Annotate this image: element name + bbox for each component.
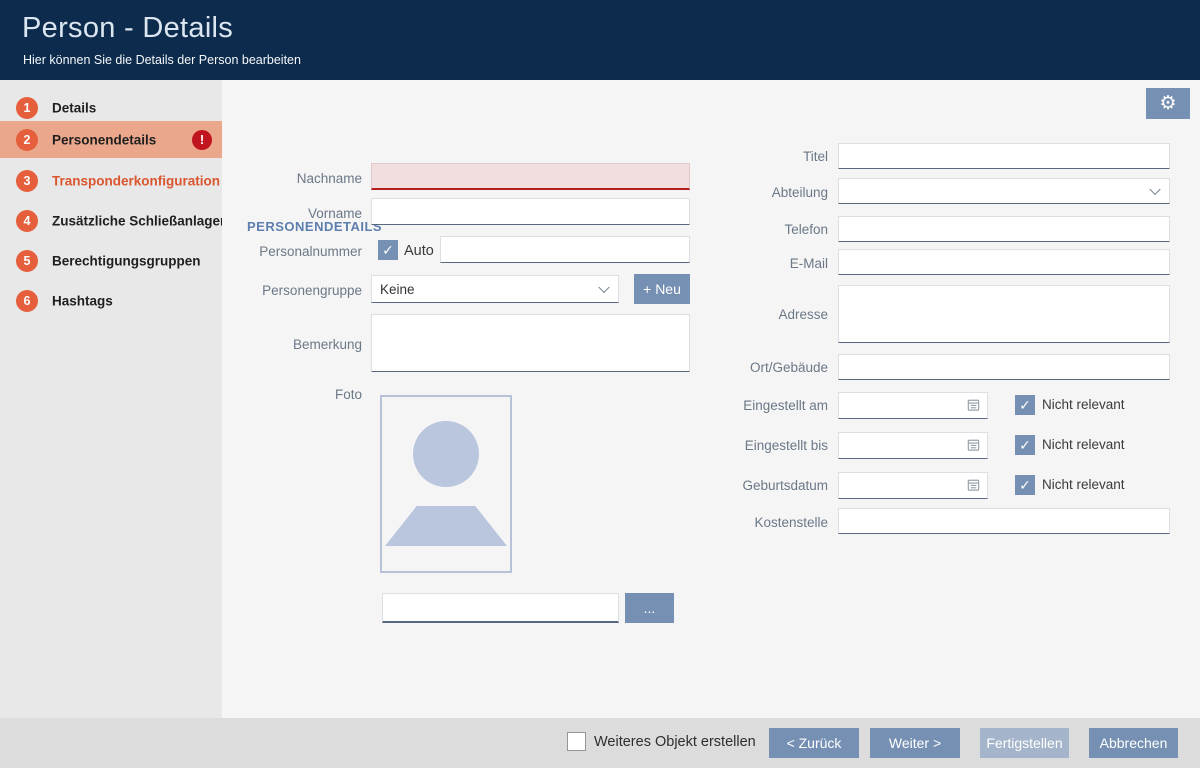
ort-input[interactable] <box>838 354 1170 380</box>
section-title: PERSONENDETAILS <box>247 219 382 234</box>
step-number-icon: 1 <box>16 97 38 119</box>
kostenstelle-label: Kostenstelle <box>690 515 828 530</box>
nicht-relevant-label: Nicht relevant <box>1042 397 1125 412</box>
email-label: E-Mail <box>690 256 828 271</box>
gear-icon: ⚙ <box>1159 92 1176 115</box>
chevron-down-icon <box>598 282 609 293</box>
auto-checkbox[interactable]: ✓ <box>378 240 398 260</box>
titel-input[interactable] <box>838 143 1170 169</box>
header: Person - Details Hier können Sie die Det… <box>0 0 1200 80</box>
bemerkung-label: Bemerkung <box>230 337 362 352</box>
step-zusaetzliche-schliessanlagen[interactable]: 4 Zusätzliche Schließanlagen <box>0 202 222 239</box>
vorname-input[interactable] <box>371 198 690 225</box>
bemerkung-textarea[interactable] <box>371 314 690 372</box>
photo-placeholder <box>380 395 512 573</box>
foto-label: Foto <box>230 387 362 402</box>
step-number-icon: 2 <box>16 129 38 151</box>
email-input[interactable] <box>838 249 1170 275</box>
next-button[interactable]: Weiter > <box>870 728 960 758</box>
nicht-relevant-label: Nicht relevant <box>1042 437 1125 452</box>
step-label: Details <box>52 100 96 115</box>
vorname-label: Vorname <box>230 206 362 221</box>
personengruppe-select[interactable]: Keine <box>371 275 619 303</box>
foto-path-input[interactable] <box>382 593 619 623</box>
abteilung-label: Abteilung <box>690 185 828 200</box>
settings-button[interactable]: ⚙ <box>1146 88 1190 119</box>
person-details-window: Person - Details Hier können Sie die Det… <box>0 0 1200 768</box>
eingestellt-am-label: Eingestellt am <box>690 398 828 413</box>
footer-bar: Weiteres Objekt erstellen < Zurück Weite… <box>0 718 1200 768</box>
calendar-icon[interactable] <box>966 437 981 455</box>
back-button[interactable]: < Zurück <box>769 728 859 758</box>
geburtsdatum-nicht-relevant-checkbox[interactable]: ✓ <box>1015 475 1035 495</box>
personalnummer-input[interactable] <box>440 236 690 263</box>
weiteres-objekt-checkbox[interactable] <box>567 732 586 751</box>
browse-button[interactable]: ... <box>625 593 674 623</box>
step-hashtags[interactable]: 6 Hashtags <box>0 282 222 319</box>
step-berechtigungsgruppen[interactable]: 5 Berechtigungsgruppen <box>0 242 222 279</box>
kostenstelle-input[interactable] <box>838 508 1170 534</box>
personengruppe-value: Keine <box>380 282 415 297</box>
step-label: Zusätzliche Schließanlagen <box>52 213 228 228</box>
auto-checkbox-label: Auto <box>404 243 434 259</box>
geburtsdatum-label: Geburtsdatum <box>690 478 828 493</box>
neu-button[interactable]: + Neu <box>634 274 690 304</box>
eingestellt-am-nicht-relevant-checkbox[interactable]: ✓ <box>1015 395 1035 415</box>
weiteres-objekt-label: Weiteres Objekt erstellen <box>594 734 756 750</box>
calendar-icon[interactable] <box>966 477 981 495</box>
finish-button[interactable]: Fertigstellen <box>980 728 1069 758</box>
eingestellt-bis-date-input[interactable] <box>838 432 988 459</box>
nicht-relevant-label: Nicht relevant <box>1042 477 1125 492</box>
person-silhouette-shoulders-icon <box>385 506 507 546</box>
wizard-sidebar: 1 Details 2 Personendetails ! 3 Transpon… <box>0 80 222 718</box>
error-badge-icon: ! <box>192 130 212 150</box>
page-subtitle: Hier können Sie die Details der Person b… <box>23 53 301 67</box>
check-icon: ✓ <box>1019 437 1031 454</box>
abteilung-select[interactable] <box>838 178 1170 204</box>
person-silhouette-head-icon <box>413 421 479 487</box>
step-number-icon: 4 <box>16 210 38 232</box>
telefon-input[interactable] <box>838 216 1170 242</box>
chevron-down-icon <box>1149 184 1160 195</box>
page-title: Person - Details <box>22 12 233 45</box>
nachname-input[interactable] <box>371 163 690 190</box>
ort-label: Ort/Gebäude <box>690 360 828 375</box>
telefon-label: Telefon <box>690 222 828 237</box>
step-number-icon: 6 <box>16 290 38 312</box>
step-label: Personendetails <box>52 132 156 147</box>
step-label: Hashtags <box>52 293 113 308</box>
calendar-icon[interactable] <box>966 397 981 415</box>
personengruppe-label: Personengruppe <box>230 283 362 298</box>
nachname-label: Nachname <box>230 171 362 186</box>
adresse-textarea[interactable] <box>838 285 1170 343</box>
check-icon: ✓ <box>382 242 394 259</box>
step-number-icon: 5 <box>16 250 38 272</box>
step-number-icon: 3 <box>16 170 38 192</box>
step-personendetails[interactable]: 2 Personendetails ! <box>0 121 222 158</box>
eingestellt-bis-nicht-relevant-checkbox[interactable]: ✓ <box>1015 435 1035 455</box>
form-content: ⚙ PERSONENDETAILS Nachname Vorname Perso… <box>222 80 1200 718</box>
geburtsdatum-date-input[interactable] <box>838 472 988 499</box>
check-icon: ✓ <box>1019 397 1031 414</box>
step-transponderkonfiguration[interactable]: 3 Transponderkonfiguration <box>0 162 222 199</box>
step-label: Transponderkonfiguration <box>52 173 220 188</box>
eingestellt-bis-label: Eingestellt bis <box>690 438 828 453</box>
eingestellt-am-date-input[interactable] <box>838 392 988 419</box>
check-icon: ✓ <box>1019 477 1031 494</box>
adresse-label: Adresse <box>690 307 828 322</box>
step-label: Berechtigungsgruppen <box>52 253 201 268</box>
cancel-button[interactable]: Abbrechen <box>1089 728 1178 758</box>
personalnummer-label: Personalnummer <box>230 244 362 259</box>
titel-label: Titel <box>690 149 828 164</box>
